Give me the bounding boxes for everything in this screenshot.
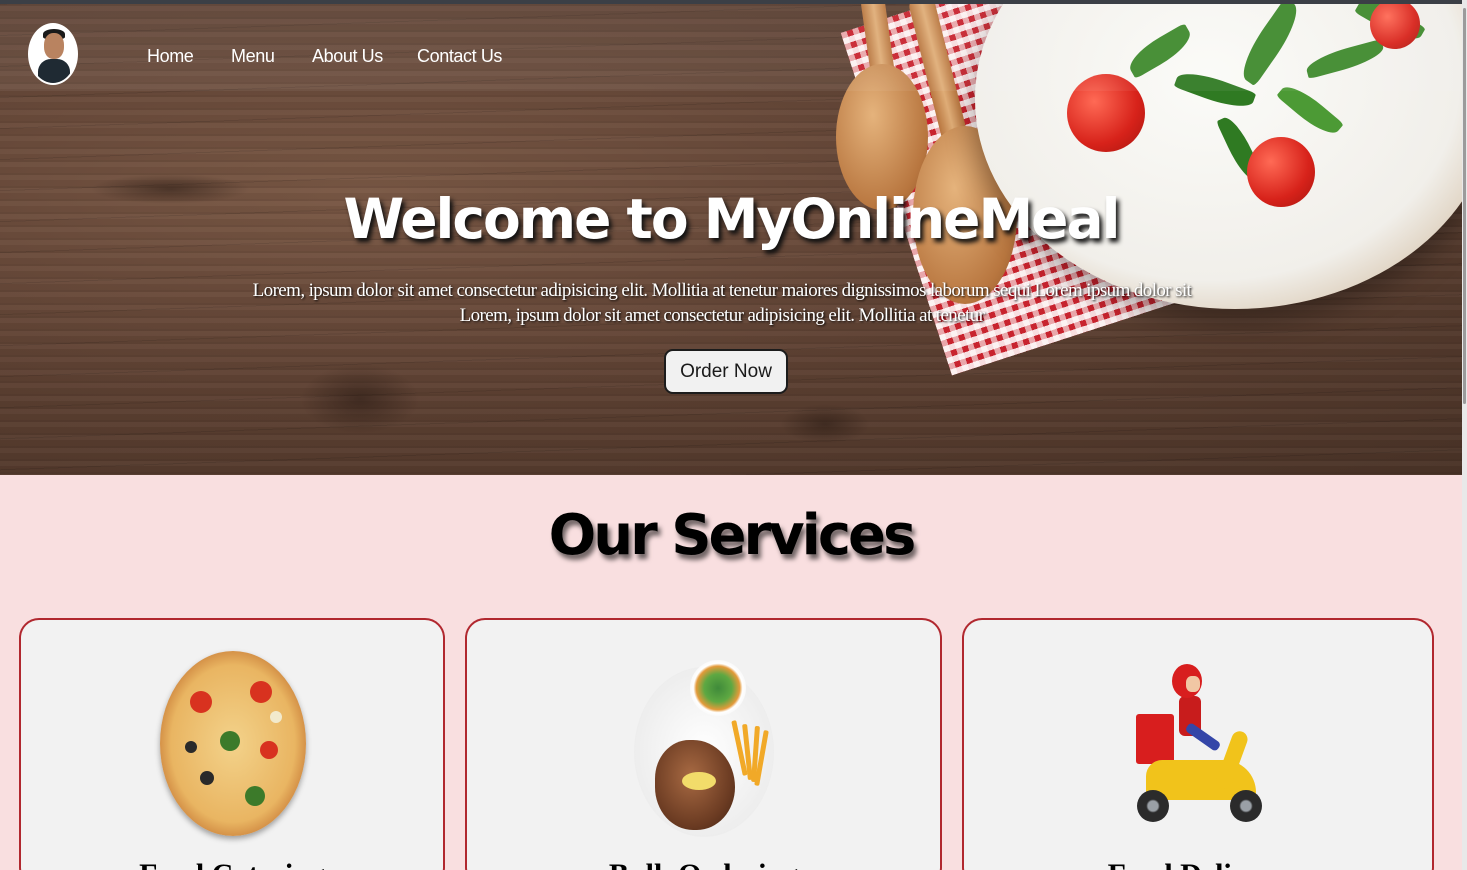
service-card-title: Food Catering bbox=[21, 858, 443, 870]
nav-contact-link[interactable]: Contact Us bbox=[417, 46, 502, 67]
service-card-title: Bulk Ordering bbox=[467, 858, 940, 870]
service-card-title: Food Delivery bbox=[964, 858, 1432, 870]
nav-home-link[interactable]: Home bbox=[147, 46, 194, 67]
wood-knot bbox=[780, 404, 870, 444]
nav-menu-link[interactable]: Menu bbox=[231, 46, 275, 67]
hero-section: Home Menu About Us Contact Us Welcome to… bbox=[0, 4, 1462, 475]
scrollbar-thumb[interactable] bbox=[1463, 8, 1466, 404]
services-title: Our Services bbox=[548, 503, 917, 568]
wood-knot bbox=[300, 364, 420, 434]
pizza-image bbox=[160, 651, 306, 836]
navbar: Home Menu About Us Contact Us bbox=[0, 4, 1462, 91]
service-card-catering[interactable]: Food Catering bbox=[19, 618, 445, 870]
order-now-button[interactable]: Order Now bbox=[664, 349, 788, 394]
avatar[interactable] bbox=[28, 23, 78, 85]
service-card-bulk-ordering[interactable]: Bulk Ordering bbox=[465, 618, 942, 870]
nav-about-link[interactable]: About Us bbox=[312, 46, 383, 67]
hero-title: Welcome to MyOnlineMeal bbox=[343, 187, 1121, 251]
service-card-delivery[interactable]: Food Delivery bbox=[962, 618, 1434, 870]
hero-subtitle: Lorem, ipsum dolor sit amet consectetur … bbox=[252, 280, 1192, 326]
